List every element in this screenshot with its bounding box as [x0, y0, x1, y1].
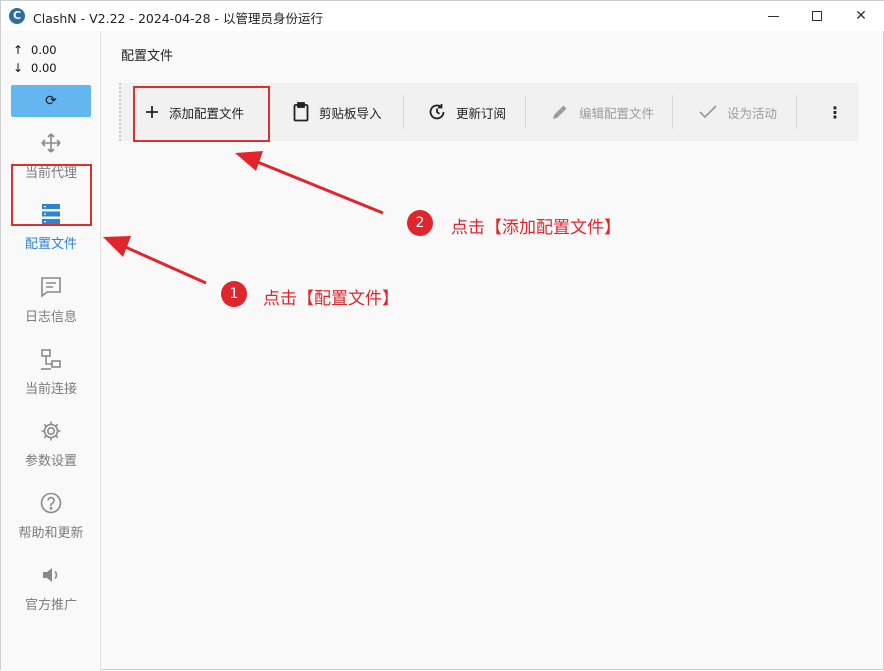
sidebar-item-label: 配置文件: [24, 236, 77, 252]
upload-speed-value: 0.00: [31, 43, 57, 57]
refresh-icon: ⟳: [45, 93, 57, 109]
arrow-step2-line: [254, 159, 384, 215]
arrow-step1-line: [122, 244, 207, 285]
upload-arrow-icon: ↑: [13, 43, 24, 57]
more-vertical-icon: ⋮: [827, 102, 843, 122]
sidebar-item-label: 参数设置: [24, 453, 77, 469]
clipboard-import-label: 剪贴板导入: [319, 105, 382, 121]
update-subscription-button[interactable]: 更新订阅: [428, 83, 506, 141]
sidebar-item-promotion[interactable]: 官方推广: [11, 556, 91, 618]
app-logo-icon: C: [9, 8, 25, 24]
set-active-label: 设为活动: [727, 105, 778, 121]
toolbar-divider: [796, 95, 797, 129]
more-options-button[interactable]: ⋮: [827, 83, 843, 141]
window-title: ClashN - V2.22 - 2024-04-28 - 以管理员身份运行: [33, 11, 324, 26]
download-speed: ↓ 0.00: [13, 61, 57, 75]
toolbar-divider: [672, 95, 673, 129]
toolbar-divider: [525, 95, 526, 129]
download-arrow-icon: ↓: [13, 61, 24, 75]
close-button[interactable]: ✕: [839, 1, 883, 31]
network-lan-icon: [40, 346, 62, 372]
step1-text: 点击【配置文件】: [263, 289, 399, 309]
clipboard-icon: [293, 102, 309, 122]
step1-badge: 1: [221, 281, 247, 307]
gear-icon: [40, 418, 62, 444]
arrow-step2-head: [235, 151, 263, 171]
update-subscription-label: 更新订阅: [456, 105, 507, 121]
upload-speed: ↑ 0.00: [13, 43, 57, 57]
title-bar: C ClashN - V2.22 - 2024-04-28 - 以管理员身份运行…: [1, 1, 884, 31]
sidebar-item-settings[interactable]: 参数设置: [11, 412, 91, 474]
close-icon: ✕: [855, 8, 867, 24]
sidebar-item-label: 日志信息: [24, 309, 77, 325]
page-title: 配置文件: [121, 49, 174, 64]
speaker-icon: [40, 562, 62, 588]
step2-badge: 2: [407, 210, 433, 236]
minimize-button[interactable]: [751, 1, 795, 31]
sidebar: ↑ 0.00 ↓ 0.00 ⟳ 当前代理 配置文件 日志信息 当前连接 参数设置…: [1, 31, 101, 671]
checkmark-icon: [699, 105, 717, 119]
edit-profile-button[interactable]: 编辑配置文件: [551, 83, 654, 141]
highlight-box-add-profile: [133, 86, 270, 142]
minimize-icon: [767, 15, 779, 17]
clock-refresh-icon: [428, 103, 446, 121]
clipboard-import-button[interactable]: 剪贴板导入: [293, 83, 382, 141]
message-lines-icon: [40, 274, 62, 300]
app-window: C ClashN - V2.22 - 2024-04-28 - 以管理员身份运行…: [0, 0, 884, 671]
move-arrows-icon: [40, 130, 62, 156]
toolbar-divider: [403, 95, 404, 129]
set-active-button[interactable]: 设为活动: [699, 83, 777, 141]
help-circle-icon: [40, 490, 62, 516]
edit-profile-label: 编辑配置文件: [579, 105, 655, 121]
highlight-box-profiles: [11, 164, 92, 226]
refresh-button[interactable]: ⟳: [11, 85, 91, 117]
download-speed-value: 0.00: [31, 61, 57, 75]
sidebar-item-help[interactable]: 帮助和更新: [11, 484, 91, 546]
sidebar-item-connections[interactable]: 当前连接: [11, 340, 91, 402]
arrow-step1-head: [103, 236, 131, 257]
sidebar-item-label: 当前连接: [24, 381, 77, 397]
pencil-icon: [551, 103, 569, 121]
sidebar-item-logs[interactable]: 日志信息: [11, 268, 91, 330]
maximize-icon: [812, 11, 822, 21]
sidebar-item-label: 官方推广: [24, 597, 77, 613]
step2-text: 点击【添加配置文件】: [451, 218, 621, 238]
maximize-button[interactable]: [795, 1, 839, 31]
sidebar-item-label: 帮助和更新: [18, 525, 84, 541]
